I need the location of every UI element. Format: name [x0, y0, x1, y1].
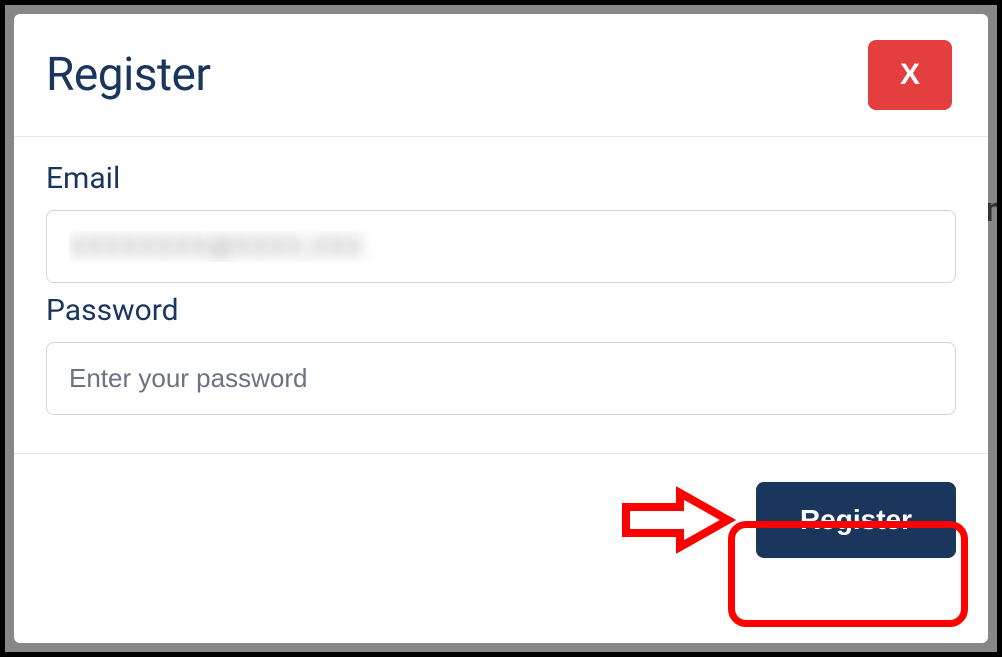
modal-header: Register X — [14, 14, 988, 137]
arrow-icon — [618, 485, 738, 555]
register-button[interactable]: Register — [756, 482, 956, 558]
email-group: Email — [46, 161, 956, 283]
email-label: Email — [46, 161, 956, 196]
close-icon: X — [900, 58, 920, 92]
modal-footer: Register — [14, 453, 988, 586]
password-label: Password — [46, 293, 956, 328]
close-button[interactable]: X — [868, 40, 952, 110]
email-field[interactable] — [46, 210, 956, 283]
modal-body: Email Password — [14, 137, 988, 453]
modal-title: Register — [46, 48, 211, 102]
password-field[interactable] — [46, 342, 956, 415]
register-modal: Register X Email Password Register — [14, 14, 988, 643]
password-group: Password — [46, 293, 956, 415]
